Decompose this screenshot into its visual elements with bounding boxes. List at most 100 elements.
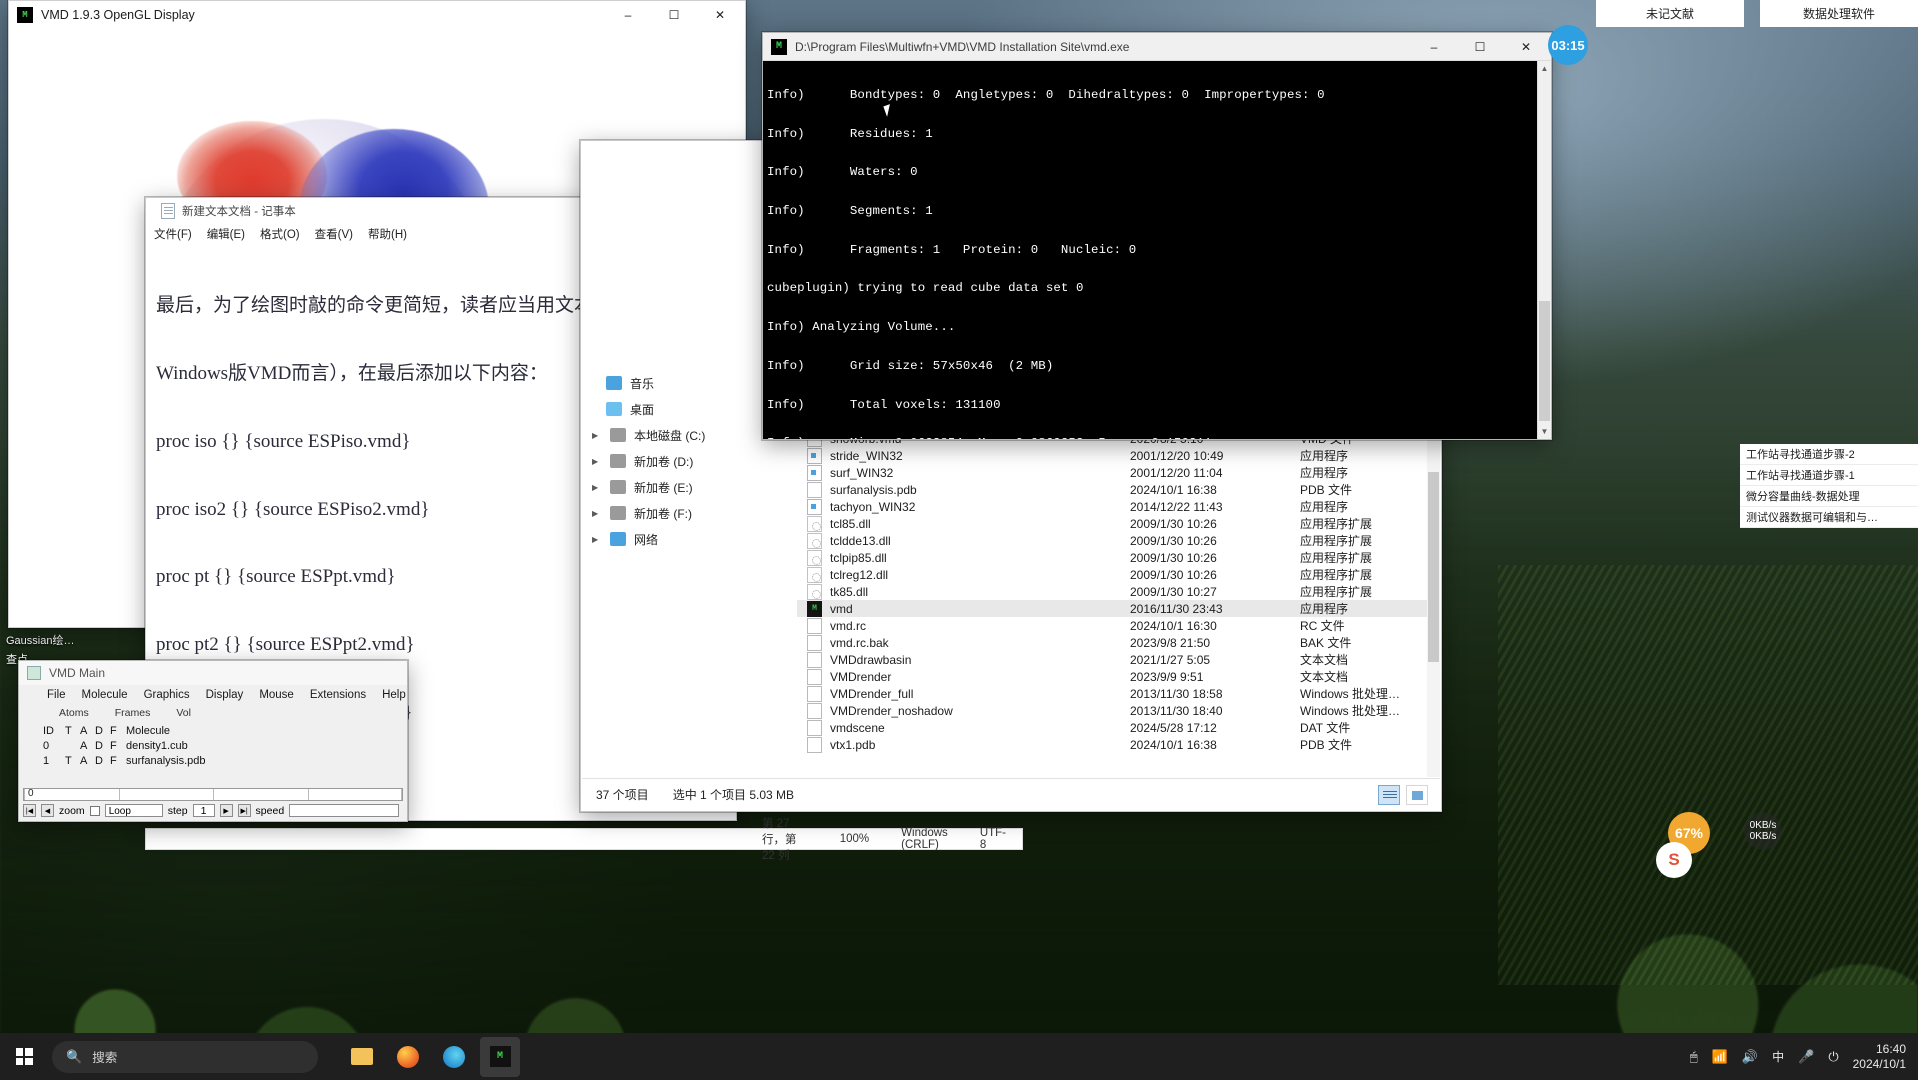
row-f[interactable]: F <box>110 740 126 752</box>
vmd-main-window[interactable]: VMD Main File Molecule Graphics Display … <box>18 660 408 822</box>
vmd-menu-molecule[interactable]: Molecule <box>82 689 128 701</box>
vmd-menu-graphics[interactable]: Graphics <box>144 689 190 701</box>
row-a[interactable]: A <box>80 755 95 767</box>
menu-edit[interactable]: 编辑(E) <box>207 226 245 242</box>
chevron-right-icon[interactable]: ▶ <box>592 457 602 466</box>
cmd-scrollbar[interactable]: ▲ ▼ <box>1537 61 1551 439</box>
scroll-down-arrow-icon[interactable]: ▼ <box>1538 424 1551 439</box>
loop-dropdown[interactable]: Loop <box>104 804 163 817</box>
power-icon[interactable]: ⏻ <box>1828 1049 1838 1065</box>
table-row[interactable]: VMDrender_full 2013/11/30 18:58 Windows … <box>797 685 1440 702</box>
vmd-main-menubar[interactable]: File Molecule Graphics Display Mouse Ext… <box>19 685 407 705</box>
nav-item-drive-f[interactable]: ▶ 新加卷 (F:) <box>582 500 797 526</box>
search-input[interactable]: 🔍 搜索 <box>52 1040 318 1073</box>
minimize-button[interactable]: – <box>605 1 651 29</box>
top-badge-0[interactable]: 未记文献 <box>1596 0 1744 27</box>
sogou-bubble-icon[interactable]: S <box>1656 842 1692 878</box>
network-speed-widget[interactable]: 0KB/s 0KB/s <box>1744 812 1782 850</box>
side-note-0[interactable]: 工作站寻找通道步骤-2 <box>1740 444 1918 465</box>
explorer-scrollbar-thumb[interactable] <box>1428 472 1439 662</box>
menu-view[interactable]: 查看(V) <box>315 226 353 242</box>
taskbar-app-edge[interactable] <box>434 1037 474 1077</box>
step-input[interactable]: 1 <box>192 804 215 817</box>
vmd-display-titlebar[interactable]: M VMD 1.9.3 OpenGL Display – ☐ ✕ <box>9 1 745 29</box>
go-to-start-button[interactable]: |◀ <box>23 804 36 817</box>
taskbar-app-vmd[interactable]: M <box>480 1036 520 1077</box>
volume-icon[interactable]: 🔊 <box>1742 1049 1758 1065</box>
frame-slider[interactable]: 0 <box>23 788 403 801</box>
vmd-molecule-table[interactable]: ID T A D F Molecule 0 A D F density1.cub… <box>19 723 407 768</box>
side-note-3[interactable]: 测试仪器数据可编辑和与… <box>1740 507 1918 528</box>
minimize-button[interactable]: – <box>1411 33 1457 60</box>
vmd-table-row[interactable]: 1 T A D F surfanalysis.pdb <box>19 753 407 768</box>
nav-item-network[interactable]: ▶ 网络 <box>582 526 797 552</box>
table-row[interactable]: surf_WIN32 2001/12/20 11:04 应用程序 92 KB <box>797 464 1440 481</box>
wifi-icon[interactable]: 📶 <box>1712 1049 1728 1065</box>
large-icons-view-button[interactable] <box>1406 784 1428 805</box>
start-button[interactable] <box>0 1033 48 1080</box>
step-forward-button[interactable]: ▶ <box>219 804 233 817</box>
scroll-up-arrow-icon[interactable]: ▲ <box>1538 61 1551 76</box>
playback-controls[interactable]: |◀ ◀ zoom Loop step 1 ▶ ▶| speed <box>23 804 403 817</box>
table-row[interactable]: tcldde13.dll 2009/1/30 10:26 应用程序扩展 14 K… <box>797 532 1440 549</box>
vmd-animation-controls[interactable]: 0 |◀ ◀ zoom Loop step 1 ▶ ▶| speed <box>23 788 403 817</box>
table-row[interactable]: VMDdrawbasin 2021/1/27 5:05 文本文档 1 KB <box>797 651 1440 668</box>
mouse-icon[interactable]: 🖱 <box>1690 1049 1698 1065</box>
clock-bubble-widget[interactable]: 03:15 <box>1548 25 1588 65</box>
vmd-main-titlebar[interactable]: VMD Main <box>19 661 407 685</box>
details-view-button[interactable] <box>1378 784 1400 805</box>
table-row[interactable]: vmd.rc.bak 2023/9/8 21:50 BAK 文件 2 KB <box>797 634 1440 651</box>
vmd-display-window-buttons[interactable]: – ☐ ✕ <box>605 1 743 29</box>
chevron-right-icon[interactable]: ▶ <box>592 483 602 492</box>
menu-file[interactable]: 文件(F) <box>154 226 192 242</box>
table-row[interactable]: VMDrender_noshadow 2013/11/30 18:40 Wind… <box>797 702 1440 719</box>
top-badge-1[interactable]: 数据处理软件 <box>1760 0 1918 27</box>
vmd-menu-file[interactable]: File <box>47 689 66 701</box>
windows-taskbar[interactable]: 🔍 搜索 M 🖱 📶 🔊 中 🎤 ⏻ 16:40 2024/10/1 <box>0 1033 1918 1080</box>
table-row[interactable]: tcl85.dll 2009/1/30 10:26 应用程序扩展 791 KB <box>797 515 1440 532</box>
table-row[interactable]: vmdscene 2024/5/28 17:12 DAT 文件 5,126 KB <box>797 719 1440 736</box>
close-button[interactable]: ✕ <box>1503 33 1549 60</box>
cmd-scrollbar-thumb[interactable] <box>1539 301 1550 421</box>
maximize-button[interactable]: ☐ <box>1457 33 1503 60</box>
vmd-menu-help[interactable]: Help <box>382 689 406 701</box>
side-note-2[interactable]: 微分容量曲线-数据处理 <box>1740 486 1918 507</box>
explorer-view-buttons[interactable] <box>1378 784 1440 805</box>
microphone-icon[interactable]: 🎤 <box>1798 1049 1814 1065</box>
chevron-right-icon[interactable]: ▶ <box>592 509 602 518</box>
vmd-menu-mouse[interactable]: Mouse <box>259 689 294 701</box>
table-row[interactable]: vtx1.pdb 2024/10/1 16:38 PDB 文件 1,975 KB <box>797 736 1440 753</box>
step-back-button[interactable]: ◀ <box>41 804 54 817</box>
row-a[interactable]: A <box>80 740 95 752</box>
ime-icon[interactable]: 中 <box>1772 1048 1784 1065</box>
table-row-selected[interactable]: vmd 2016/11/30 23:43 应用程序 5,156 KB <box>797 600 1440 617</box>
taskbar-clock[interactable]: 16:40 2024/10/1 <box>1853 1042 1906 1072</box>
status-zoom[interactable]: 100% <box>824 833 885 845</box>
table-row[interactable]: tclpip85.dll 2009/1/30 10:26 应用程序扩展 4 KB <box>797 549 1440 566</box>
speed-slider[interactable] <box>289 804 400 817</box>
menu-help[interactable]: 帮助(H) <box>368 226 407 242</box>
vmd-table-row[interactable]: 0 A D F density1.cub <box>19 738 407 753</box>
taskbar-app-firefox[interactable] <box>388 1037 428 1077</box>
row-d[interactable]: D <box>95 755 110 767</box>
nav-item-drive-d[interactable]: ▶ 新加卷 (D:) <box>582 448 797 474</box>
vmd-menu-display[interactable]: Display <box>206 689 244 701</box>
maximize-button[interactable]: ☐ <box>651 1 697 29</box>
cmd-output-text[interactable]: Info) Bondtypes: 0 Angletypes: 0 Dihedra… <box>763 61 1537 439</box>
chevron-right-icon[interactable]: ▶ <box>592 535 602 544</box>
cmd-titlebar[interactable]: D:\Program Files\Multiwfn+VMD\VMD Instal… <box>763 33 1551 61</box>
chevron-right-icon[interactable]: ▶ <box>592 431 602 440</box>
vmd-menu-extensions[interactable]: Extensions <box>310 689 366 701</box>
table-row[interactable]: tclreg12.dll 2009/1/30 10:26 应用程序扩展 13 K… <box>797 566 1440 583</box>
close-button[interactable]: ✕ <box>697 1 743 29</box>
row-f[interactable]: F <box>110 755 126 767</box>
row-t[interactable]: T <box>65 755 80 767</box>
table-row[interactable]: surfanalysis.pdb 2024/10/1 16:38 PDB 文件 … <box>797 481 1440 498</box>
table-row[interactable]: tk85.dll 2009/1/30 10:27 应用程序扩展 1,243 KB <box>797 583 1440 600</box>
table-row[interactable]: stride_WIN32 2001/12/20 10:49 应用程序 144 K… <box>797 447 1440 464</box>
nav-item-drive-e[interactable]: ▶ 新加卷 (E:) <box>582 474 797 500</box>
cmd-window-buttons[interactable]: – ☐ ✕ <box>1411 33 1549 60</box>
table-row[interactable]: vmd.rc 2024/10/1 16:30 RC 文件 3 KB <box>797 617 1440 634</box>
system-tray[interactable]: 🖱 📶 🔊 中 🎤 ⏻ 16:40 2024/10/1 <box>1690 1042 1918 1072</box>
vmd-console-window[interactable]: D:\Program Files\Multiwfn+VMD\VMD Instal… <box>762 32 1552 440</box>
